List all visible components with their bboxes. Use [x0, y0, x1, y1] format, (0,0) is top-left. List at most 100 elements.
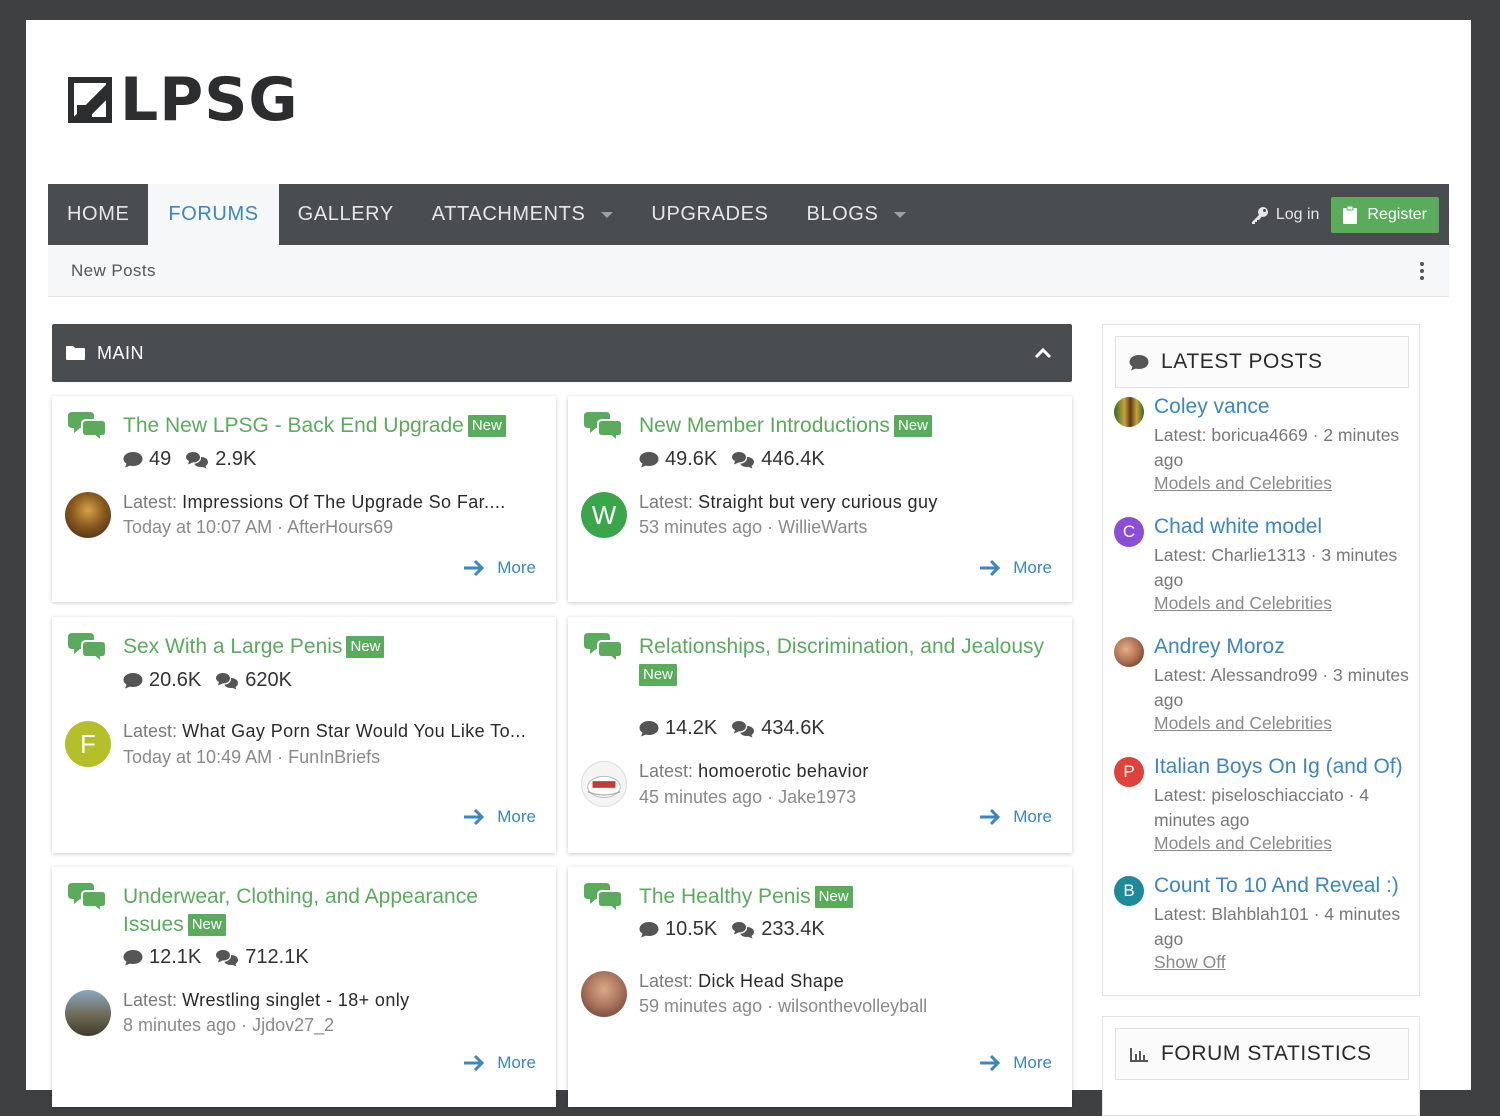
tab-blogs[interactable]: BLOGS [787, 184, 925, 245]
latest-post-user[interactable]: boricua4669 [1211, 425, 1307, 445]
latest-post-title[interactable]: Andrey Moroz [1154, 635, 1285, 659]
latest-thread[interactable]: Latest: homoerotic behavior [639, 761, 1061, 782]
avatar[interactable]: C [1114, 517, 1144, 547]
new-badge: New [893, 415, 932, 437]
threads-count: 14.2K [665, 717, 718, 739]
latest-thread[interactable]: Latest: Dick Head Shape [639, 971, 1061, 992]
more-link[interactable]: More [979, 1053, 1052, 1073]
more-link[interactable]: More [463, 558, 536, 578]
new-badge: New [187, 914, 226, 936]
avatar[interactable] [581, 761, 627, 807]
key-icon [1251, 206, 1268, 224]
forum-chat-icon [584, 633, 623, 663]
tab-forums[interactable]: FORUMS [148, 184, 279, 245]
avatar[interactable] [1114, 637, 1144, 667]
arrow-right-icon [464, 808, 485, 826]
latest-posts-widget: LATEST POSTS Coley vance Latest: boricua… [1102, 324, 1420, 996]
new-badge: New [467, 415, 506, 437]
latest-post-title[interactable]: Count To 10 And Reveal :) [1154, 874, 1399, 898]
latest-thread[interactable]: Latest: Straight but very curious guy [639, 492, 1061, 513]
avatar[interactable]: P [1114, 757, 1144, 787]
latest-post-forum[interactable]: Models and Celebrities [1154, 713, 1332, 734]
latest-post-user[interactable]: Blahblah101 [1211, 904, 1308, 924]
latest-thread[interactable]: Latest: What Gay Porn Star Would You Lik… [123, 721, 545, 742]
more-link[interactable]: More [979, 558, 1052, 578]
latest-thread[interactable]: Latest: Wrestling singlet - 18+ only [123, 990, 545, 1011]
latest-post-title[interactable]: Coley vance [1154, 395, 1270, 419]
latest-time: 53 minutes ago [639, 517, 763, 537]
forum-title[interactable]: Relationships, Discrimination, and Jealo… [639, 633, 1059, 689]
more-link[interactable]: More [463, 1053, 536, 1073]
arrow-right-icon [980, 1054, 1001, 1072]
category-header-main[interactable]: MAIN [52, 324, 1072, 382]
threads-count: 10.5K [665, 918, 718, 940]
tab-home[interactable]: HOME [48, 184, 148, 245]
latest-post-user[interactable]: Charlie1313 [1211, 545, 1305, 565]
avatar[interactable]: B [1114, 876, 1144, 906]
threads-icon [123, 950, 143, 966]
tab-upgrades[interactable]: UPGRADES [632, 184, 787, 245]
latest-user[interactable]: wilsonthevolleyball [778, 996, 927, 1016]
tab-attachments[interactable]: ATTACHMENTS [413, 184, 633, 245]
tab-gallery[interactable]: GALLERY [279, 184, 413, 245]
latest-thread[interactable]: Latest: Impressions Of The Upgrade So Fa… [123, 492, 545, 513]
new-posts-link[interactable]: New Posts [71, 261, 156, 281]
chevron-down-icon[interactable] [601, 211, 614, 218]
forum-title[interactable]: The Healthy Penis New [639, 883, 1059, 911]
latest-post-user[interactable]: piseloschiacciato [1211, 785, 1343, 805]
forum-chat-icon [68, 633, 107, 663]
more-options-icon[interactable] [1420, 261, 1424, 280]
page: LPSG HOME FORUMS GALLERY ATTACHMENTS UPG… [26, 20, 1471, 1116]
latest-user[interactable]: Jake1973 [778, 787, 856, 807]
forum-card: New Member Introductions New 49.6K 446.4K… [568, 396, 1072, 602]
folder-icon [66, 346, 85, 360]
latest-user[interactable]: FunInBriefs [288, 747, 380, 767]
new-badge: New [639, 664, 678, 686]
forum-title[interactable]: New Member Introductions New [639, 412, 1059, 440]
messages-count: 434.6K [761, 717, 825, 739]
avatar[interactable]: W [581, 492, 627, 538]
latest-user[interactable]: AfterHours69 [287, 517, 393, 537]
threads-count: 12.1K [149, 946, 202, 968]
latest-post-title[interactable]: Chad white model [1154, 515, 1322, 539]
avatar[interactable] [65, 492, 111, 538]
messages-icon [732, 451, 755, 468]
forum-stats: 12.1K 712.1K [123, 946, 309, 969]
latest-time: Today at 10:49 AM [123, 747, 273, 767]
chevron-up-icon[interactable] [1034, 347, 1052, 359]
messages-count: 446.4K [761, 448, 825, 470]
latest-post-forum[interactable]: Models and Celebrities [1154, 833, 1332, 854]
avatar[interactable] [581, 971, 627, 1017]
register-button[interactable]: Register [1331, 196, 1439, 233]
latest-meta: 8 minutes ago · Jjdov27_2 [123, 1015, 335, 1035]
cap-avatar-icon [587, 775, 621, 798]
avatar[interactable]: F [65, 721, 111, 767]
latest-post-forum[interactable]: Show Off [1154, 952, 1226, 973]
latest-user[interactable]: WillieWarts [778, 517, 867, 537]
forum-card: Sex With a Large Penis New 20.6K 620K F L… [52, 617, 556, 853]
more-link[interactable]: More [979, 807, 1052, 827]
latest-meta: Today at 10:49 AM · FunInBriefs [123, 747, 381, 767]
comment-icon [1129, 354, 1149, 370]
avatar[interactable] [1114, 397, 1144, 427]
forum-title[interactable]: Sex With a Large Penis New [123, 633, 543, 661]
new-badge: New [346, 636, 385, 658]
latest-post-forum[interactable]: Models and Celebrities [1154, 473, 1332, 494]
forum-title[interactable]: Underwear, Clothing, and Appearance Issu… [123, 883, 513, 939]
forum-card: The New LPSG - Back End Upgrade New 49 2.… [52, 396, 556, 602]
main-nav: HOME FORUMS GALLERY ATTACHMENTS UPGRADES… [48, 184, 1449, 245]
messages-count: 2.9K [215, 448, 257, 470]
latest-user[interactable]: Jjdov27_2 [252, 1015, 334, 1035]
avatar[interactable] [65, 990, 111, 1036]
site-logo[interactable]: LPSG [68, 70, 299, 130]
more-link[interactable]: More [463, 807, 536, 827]
latest-post-user[interactable]: Alessandro99 [1210, 665, 1317, 685]
forum-title[interactable]: The New LPSG - Back End Upgrade New [123, 412, 543, 440]
latest-post-meta: Latest: Charlie1313 · 3 minutes ago [1154, 545, 1398, 590]
login-link[interactable]: Log in [1250, 205, 1319, 225]
arrow-right-icon [980, 808, 1001, 826]
latest-post-title[interactable]: Italian Boys On Ig (and Of) [1154, 755, 1403, 779]
latest-post-forum[interactable]: Models and Celebrities [1154, 593, 1332, 614]
threads-count: 20.6K [149, 669, 202, 691]
chevron-down-icon[interactable] [894, 211, 907, 218]
